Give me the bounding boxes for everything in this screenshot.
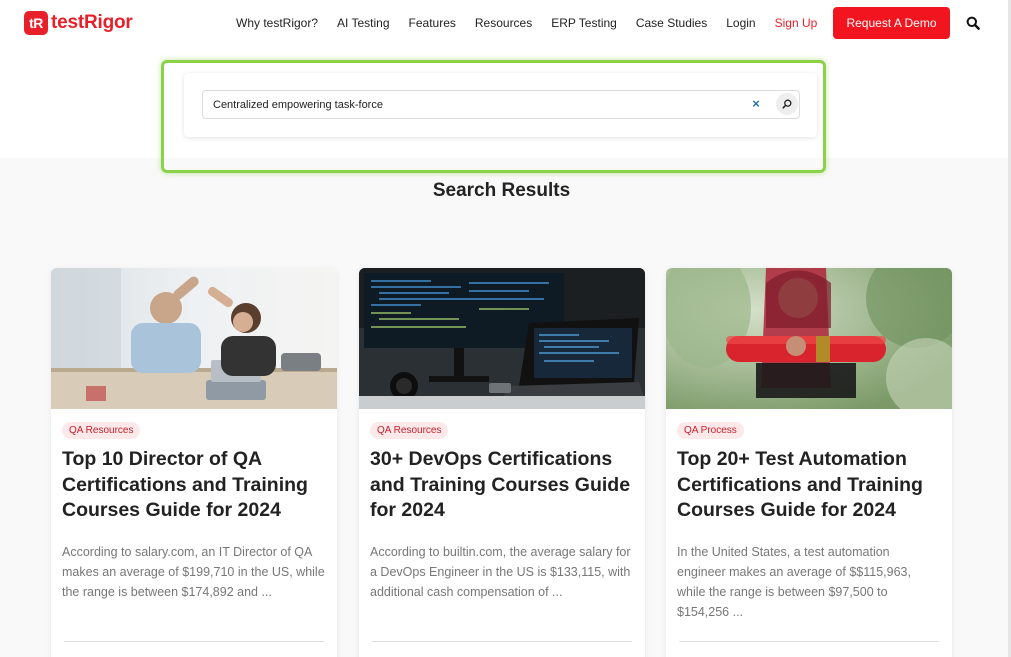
card-tag[interactable]: QA Resources bbox=[62, 422, 141, 439]
search-highlight-outline bbox=[161, 60, 826, 173]
nav-erp-testing[interactable]: ERP Testing bbox=[551, 16, 617, 30]
main-nav: Why testRigor? AI Testing Features Resou… bbox=[236, 16, 836, 30]
card-divider bbox=[372, 641, 632, 642]
card-title[interactable]: Top 20+ Test Automation Certifications a… bbox=[677, 447, 943, 524]
logo-text: testRigor bbox=[51, 12, 133, 33]
results-heading: Search Results bbox=[432, 180, 571, 201]
nav-resources[interactable]: Resources bbox=[475, 16, 532, 30]
card-title[interactable]: Top 10 Director of QA Certifications and… bbox=[62, 447, 328, 524]
nav-case-studies[interactable]: Case Studies bbox=[636, 16, 707, 30]
card-image-graduate-diploma[interactable] bbox=[666, 268, 952, 409]
card-divider bbox=[679, 641, 939, 642]
card-tag[interactable]: QA Resources bbox=[370, 422, 449, 439]
card-title[interactable]: 30+ DevOps Certifications and Training C… bbox=[370, 447, 636, 524]
card-excerpt: According to builtin.com, the average sa… bbox=[370, 545, 631, 599]
nav-login[interactable]: Login bbox=[726, 16, 755, 30]
card-excerpt: In the United States, a test automation … bbox=[677, 545, 911, 619]
logo-mark: tR bbox=[24, 11, 48, 35]
nav-why-testrigor[interactable]: Why testRigor? bbox=[236, 16, 318, 30]
nav-features[interactable]: Features bbox=[409, 16, 456, 30]
result-card[interactable]: QA Resources Top 10 Director of QA Certi… bbox=[51, 268, 337, 657]
testrigor-logo[interactable]: tR testRigor bbox=[24, 11, 133, 35]
nav-sign-up[interactable]: Sign Up bbox=[775, 16, 818, 30]
search-icon[interactable] bbox=[966, 16, 980, 30]
card-image-office-high-five[interactable] bbox=[51, 268, 337, 409]
site-header: tR testRigor Why testRigor? AI Testing F… bbox=[0, 0, 1008, 48]
card-divider bbox=[64, 641, 324, 642]
request-demo-button[interactable]: Request A Demo bbox=[833, 7, 950, 39]
card-excerpt: According to salary.com, an IT Director … bbox=[62, 545, 325, 599]
card-tag[interactable]: QA Process bbox=[677, 422, 744, 439]
result-card[interactable]: QA Resources 30+ DevOps Certifications a… bbox=[359, 268, 645, 657]
nav-ai-testing[interactable]: AI Testing bbox=[337, 16, 389, 30]
result-card[interactable]: QA Process Top 20+ Test Automation Certi… bbox=[666, 268, 952, 657]
card-image-developer-desk[interactable] bbox=[359, 268, 645, 409]
